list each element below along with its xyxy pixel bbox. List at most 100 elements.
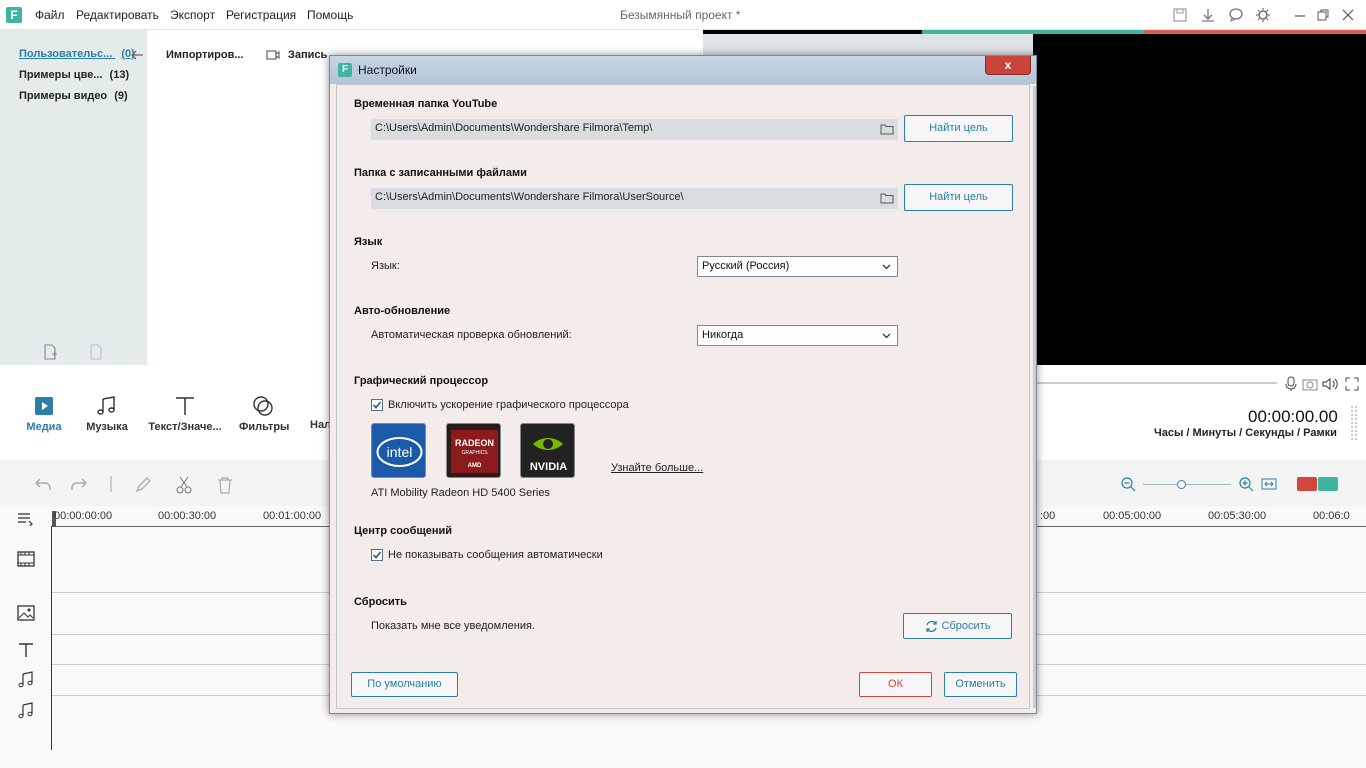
cancel-button[interactable]: Отменить <box>944 672 1017 697</box>
render-icon[interactable] <box>1297 477 1317 491</box>
zoom-out-icon[interactable] <box>1120 476 1136 492</box>
chevron-down-icon <box>882 331 891 340</box>
records-folder-field[interactable]: C:\Users\Admin\Documents\Wondershare Fil… <box>371 188 898 209</box>
youtube-browse-button[interactable]: Найти цель <box>904 115 1013 142</box>
youtube-folder-path: C:\Users\Admin\Documents\Wondershare Fil… <box>375 122 653 134</box>
panel-resize-handle[interactable] <box>1350 406 1358 440</box>
tab-media[interactable]: Медиа <box>26 395 62 433</box>
edit-icon[interactable] <box>134 476 152 494</box>
tab-music[interactable]: Музыка <box>85 395 129 433</box>
restore-icon[interactable] <box>1315 7 1331 23</box>
radeon-logo-subtext: GRAPHICS <box>461 450 488 456</box>
language-select[interactable]: Русский (Россия) <box>697 256 898 277</box>
default-button[interactable]: По умолчанию <box>351 672 458 697</box>
menu-help[interactable]: Помощь <box>307 8 353 22</box>
undo-icon[interactable] <box>34 476 52 492</box>
chat-icon[interactable] <box>1228 7 1244 23</box>
zoom-in-icon[interactable] <box>1238 476 1254 492</box>
folder-icon[interactable] <box>880 192 894 204</box>
tab-overlays[interactable]: Нал <box>310 419 332 431</box>
library-item-color-samples[interactable]: Примеры цве... (13) <box>19 69 129 81</box>
text-icon <box>173 395 197 417</box>
gpu-acceleration-label: Включить ускорение графического процессо… <box>388 399 629 411</box>
tab-label: Нал <box>310 419 332 431</box>
new-folder-icon[interactable] <box>42 344 58 360</box>
tab-label: Медиа <box>26 421 62 433</box>
playback-progress[interactable] <box>1037 382 1277 384</box>
reset-title: Сбросить <box>354 596 407 608</box>
records-browse-button[interactable]: Найти цель <box>904 184 1013 211</box>
fullscreen-icon[interactable] <box>1345 377 1359 391</box>
volume-icon[interactable] <box>1322 377 1338 391</box>
chevron-down-icon <box>882 262 891 271</box>
arrow-left-icon[interactable] <box>130 49 144 61</box>
delete-folder-icon[interactable] <box>88 344 104 360</box>
gpu-title: Графический процессор <box>354 375 489 387</box>
tab-label: Фильтры <box>239 421 290 433</box>
dialog-close-button[interactable]: x <box>985 56 1031 75</box>
update-select-value: Никогда <box>702 329 744 341</box>
save-icon[interactable] <box>1172 7 1188 23</box>
import-button[interactable]: Импортиров... <box>166 49 244 61</box>
gpu-acceleration-checkbox[interactable] <box>371 399 383 411</box>
ruler-tick-label: :00 <box>1040 510 1056 522</box>
minimize-icon[interactable] <box>1292 7 1308 23</box>
library-item-count: (9) <box>114 90 128 102</box>
title-bar: F Файл Редактировать Экспорт Регистрация… <box>0 0 1366 30</box>
fit-timeline-icon[interactable] <box>1261 476 1277 492</box>
library-item-label: Примеры цве... <box>19 69 103 81</box>
music-track-icon <box>16 671 36 689</box>
filters-icon <box>251 395 275 417</box>
nvidia-logo-text: NVIDIA <box>530 461 567 473</box>
ok-button[interactable]: ОК <box>859 672 932 697</box>
ruler-tick-label: 00:06:0 <box>1313 510 1350 522</box>
intel-logo-text: intel <box>387 444 413 460</box>
microphone-icon[interactable] <box>1284 376 1298 392</box>
tab-filters[interactable]: Фильтры <box>239 395 290 433</box>
radeon-logo: RADEON GRAPHICS AMD <box>446 423 501 478</box>
library-item-user[interactable]: Пользовательс... (0) <box>19 48 135 60</box>
library-item-video-samples[interactable]: Примеры видео (9) <box>19 90 128 102</box>
zoom-slider[interactable] <box>1143 484 1231 485</box>
scissors-icon[interactable] <box>175 476 193 494</box>
library-item-count: (13) <box>109 69 130 81</box>
refresh-icon <box>925 620 938 633</box>
track-settings-icon[interactable] <box>17 512 33 526</box>
close-window-icon[interactable] <box>1340 7 1356 23</box>
update-title: Авто-обновление <box>354 305 451 317</box>
update-select[interactable]: Никогда <box>697 325 898 346</box>
delete-icon[interactable] <box>216 476 234 494</box>
library-item-label: Пользовательс... <box>19 48 113 60</box>
intel-logo: intel <box>371 423 426 478</box>
music-icon <box>95 395 119 417</box>
reset-button[interactable]: Сбросить <box>903 613 1012 639</box>
redo-icon[interactable] <box>70 476 88 492</box>
playhead-line <box>51 526 52 750</box>
tab-text[interactable]: Текст/Значе... <box>148 395 222 433</box>
dialog-scrollbar[interactable] <box>1033 86 1036 708</box>
menu-file[interactable]: Файл <box>35 8 65 22</box>
gpu-learn-more-link[interactable]: Узнайте больше... <box>611 462 703 474</box>
amd-logo-text: AMD <box>468 463 482 469</box>
library-panel: Пользовательс... (0) Примеры цве... (13)… <box>0 30 147 365</box>
theme-icon[interactable] <box>1255 7 1271 23</box>
menu-register[interactable]: Регистрация <box>226 8 296 22</box>
tab-label: Музыка <box>86 421 128 433</box>
project-title: Безымянный проект * <box>620 8 741 22</box>
dialog-title-bar[interactable]: F Настройки x <box>330 56 1036 84</box>
messages-checkbox-label: Не показывать сообщения автоматически <box>388 549 603 561</box>
image-track-icon <box>16 604 36 622</box>
record-button[interactable]: Запись <box>288 49 327 61</box>
snapshot-icon[interactable] <box>1302 377 1318 391</box>
records-folder-title: Папка с записанными файлами <box>354 167 527 179</box>
ruler-tick-label: 00:00:30:00 <box>158 510 217 522</box>
download-icon[interactable] <box>1200 7 1216 23</box>
zoom-slider-handle[interactable] <box>1177 480 1186 489</box>
menu-export[interactable]: Экспорт <box>170 8 215 22</box>
split-view-icon[interactable] <box>1318 477 1338 491</box>
messages-title: Центр сообщений <box>354 525 453 537</box>
folder-icon[interactable] <box>880 123 894 135</box>
menu-edit[interactable]: Редактировать <box>76 8 159 22</box>
messages-checkbox[interactable] <box>371 549 383 561</box>
youtube-folder-field[interactable]: C:\Users\Admin\Documents\Wondershare Fil… <box>371 119 898 140</box>
